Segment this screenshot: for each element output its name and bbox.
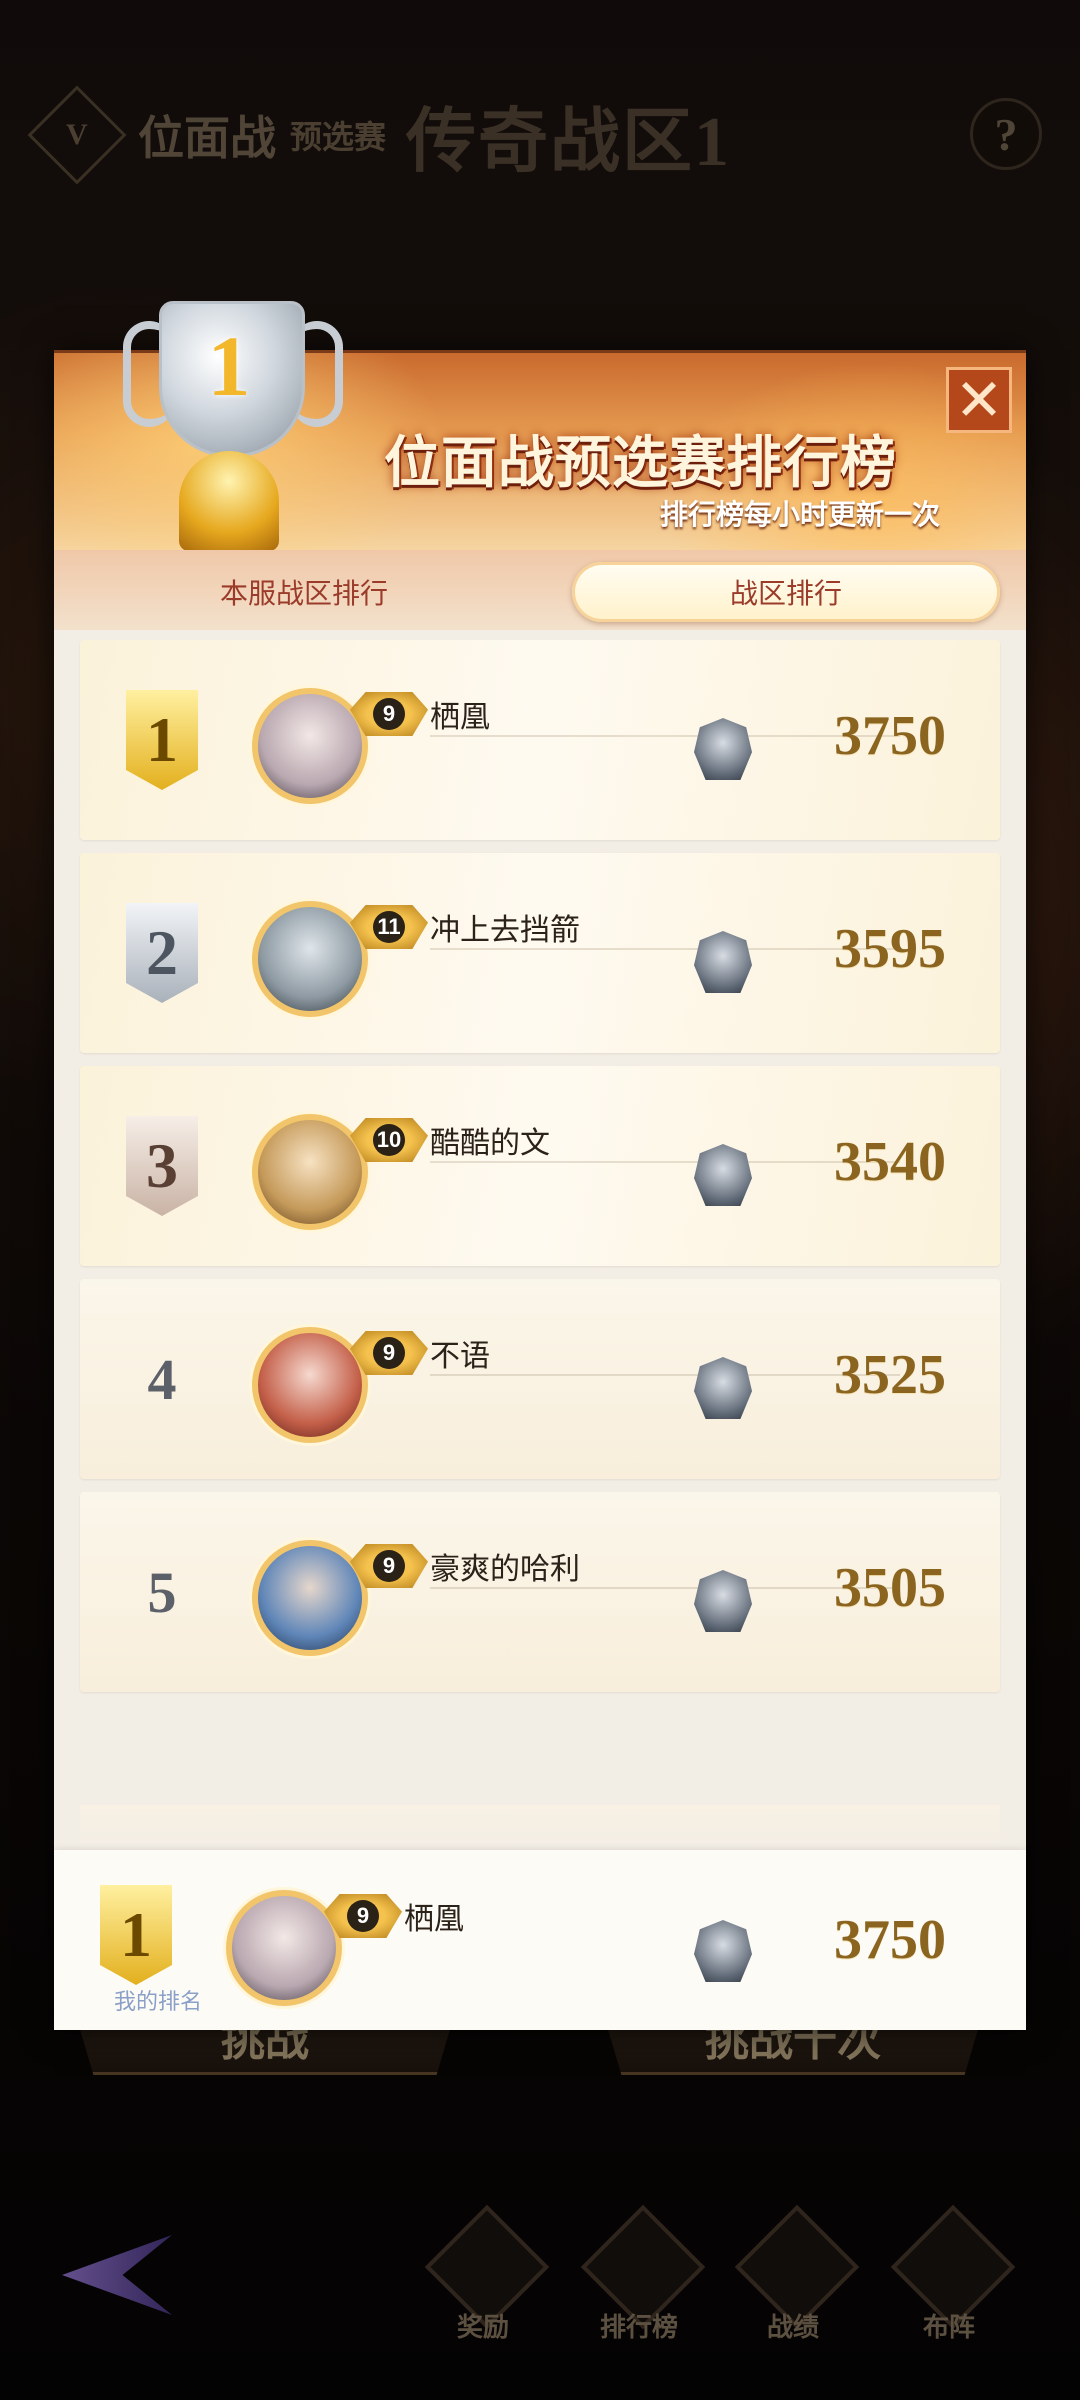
close-icon[interactable]: ✕: [946, 367, 1012, 433]
score: 3540: [834, 1131, 946, 1193]
rank-badge-gold: 1: [100, 1885, 172, 1985]
player-name: 不语: [430, 1340, 490, 1373]
divider: [430, 1374, 900, 1376]
rank-badge-silver: 2: [126, 903, 198, 1003]
level-value: 11: [373, 911, 405, 943]
rank-emblem-icon: [694, 718, 752, 780]
leaderboard-tabs: 本服战区排行 战区排行: [54, 550, 1026, 630]
rank-badge-gold: 1: [126, 690, 198, 790]
avatar[interactable]: [252, 1327, 368, 1443]
player-name: 酷酷的文: [430, 1127, 550, 1160]
leaderboard-modal: 1 位面战预选赛排行榜 排行榜每小时更新一次 ✕ 本服战区排行 战区排行 1 9…: [54, 301, 1026, 2030]
divider: [430, 1587, 900, 1589]
rank-emblem-icon: [694, 1920, 752, 1982]
avatar[interactable]: [226, 1890, 342, 2006]
ranking-row[interactable]: 3 10 酷酷的文 3540: [80, 1066, 1000, 1266]
avatar[interactable]: [252, 688, 368, 804]
rank-number: 5: [147, 1559, 177, 1625]
score: 3525: [834, 1344, 946, 1406]
rank-emblem-icon: [694, 931, 752, 993]
avatar[interactable]: [252, 1114, 368, 1230]
leaderboard-banner: 1 位面战预选赛排行榜 排行榜每小时更新一次 ✕: [54, 301, 1026, 553]
my-ranking-label: 我的排名: [114, 1989, 203, 2014]
rank-emblem-icon: [694, 1144, 752, 1206]
level-value: 9: [347, 1900, 379, 1932]
my-ranking-row[interactable]: 1 9 栖凰 3750 我的排名: [54, 1850, 1026, 2030]
list-item-partial: [80, 1805, 1000, 1845]
player-name: 栖凰: [404, 1903, 464, 1936]
ranking-row[interactable]: 4 9 不语 3525: [80, 1279, 1000, 1479]
level-value: 9: [373, 698, 405, 730]
avatar[interactable]: [252, 1540, 368, 1656]
score: 3505: [834, 1557, 946, 1619]
divider: [430, 948, 900, 950]
avatar[interactable]: [252, 901, 368, 1017]
tab-zone-ranking[interactable]: 战区排行: [572, 562, 1000, 622]
rank-badge-bronze: 3: [126, 1116, 198, 1216]
score: 3595: [834, 918, 946, 980]
divider: [430, 735, 900, 737]
score: 3750: [834, 1909, 946, 1971]
ranking-row[interactable]: 5 9 豪爽的哈利 3505: [80, 1492, 1000, 1692]
rank-number: 4: [147, 1346, 177, 1412]
player-name: 冲上去挡箭: [430, 914, 580, 947]
tab-server-zone-ranking[interactable]: 本服战区排行: [114, 562, 494, 622]
ranking-row[interactable]: 1 9 栖凰 3750: [80, 640, 1000, 840]
score: 3750: [834, 705, 946, 767]
player-name: 栖凰: [430, 701, 490, 734]
level-value: 9: [373, 1550, 405, 1582]
level-value: 9: [373, 1337, 405, 1369]
player-name: 豪爽的哈利: [430, 1553, 580, 1586]
divider: [430, 1161, 900, 1163]
trophy-icon: 1: [109, 301, 349, 561]
leaderboard-subtitle: 排行榜每小时更新一次: [660, 499, 941, 530]
ranking-row[interactable]: 2 11 冲上去挡箭 3595: [80, 853, 1000, 1053]
rank-emblem-icon: [694, 1357, 752, 1419]
rank-emblem-icon: [694, 1570, 752, 1632]
level-value: 10: [373, 1124, 405, 1156]
leaderboard-title: 位面战预选赛排行榜: [384, 433, 897, 495]
